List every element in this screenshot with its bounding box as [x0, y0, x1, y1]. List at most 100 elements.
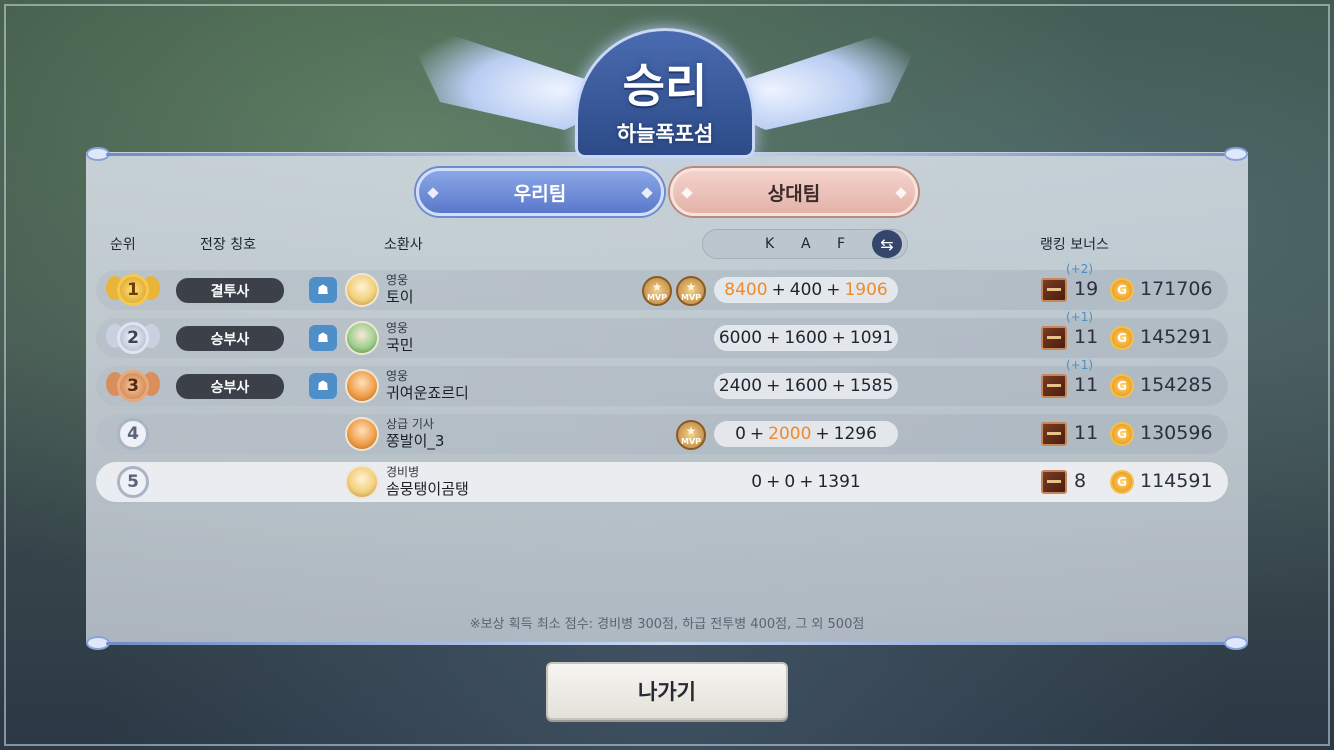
- rank-badge: 3: [106, 364, 160, 408]
- gold-amount: 145291: [1140, 326, 1213, 348]
- k-value: 0: [751, 472, 763, 492]
- k-value: 0: [735, 424, 746, 444]
- mvp-medal-icon[interactable]: MVP: [676, 276, 706, 306]
- f-value: 1906: [844, 280, 888, 300]
- kaf-score: 6000 +1600 +1091: [714, 325, 898, 351]
- kaf-score: 0 +2000 +1296: [714, 421, 898, 447]
- panel-bottom-rail: [86, 636, 1248, 650]
- reward-chest-icon: [1041, 326, 1067, 350]
- bonus-count: 11: [1074, 422, 1099, 444]
- summoner-name: 쫑발이_3: [386, 432, 445, 450]
- gold-coin-icon: G: [1110, 326, 1134, 350]
- f-value: 1585: [849, 376, 894, 396]
- tab-our-team[interactable]: 우리팀: [416, 168, 664, 216]
- party-icon[interactable]: ☗: [309, 373, 337, 399]
- rank-badge: 4: [106, 412, 160, 456]
- summoner-rank: 영웅: [386, 321, 409, 335]
- summoner-info: 영웅 국민: [386, 320, 414, 354]
- summoner-name: 귀여운죠르디: [386, 384, 469, 402]
- player-row[interactable]: 5 경비병 솜뭉탱이곰탱 0 +0 +1391 8 G 114591: [96, 462, 1228, 502]
- column-a: A: [801, 236, 811, 252]
- summoner-info: 영웅 귀여운죠르디: [386, 368, 469, 402]
- exit-button[interactable]: 나가기: [546, 662, 788, 720]
- a-value: 0: [784, 472, 796, 492]
- a-value: 2000: [768, 424, 812, 444]
- column-k: K: [765, 236, 775, 252]
- rank-number: 5: [117, 466, 149, 498]
- column-summoner: 소환사: [384, 237, 423, 253]
- f-value: 1296: [833, 424, 877, 444]
- mvp-medal-icon[interactable]: MVP: [676, 420, 706, 450]
- gold-coin-icon: G: [1110, 278, 1134, 302]
- rank-badge: 5: [106, 460, 160, 504]
- summoner-name: 토이: [386, 288, 414, 306]
- column-f: F: [837, 236, 846, 252]
- summoner-rank: 상급 기사: [386, 417, 434, 431]
- player-row[interactable]: 3 승부사 ☗ 영웅 귀여운죠르디 2400 +1600 +1585 (+1) 11 G 154285: [96, 358, 1228, 408]
- column-ranking-bonus: 랭킹 보너스: [1040, 237, 1109, 253]
- victory-emblem: 승리 하늘폭포섬: [370, 0, 960, 160]
- party-icon[interactable]: ☗: [309, 325, 337, 351]
- reward-chest-icon: [1041, 374, 1067, 398]
- player-row[interactable]: 1 결투사 ☗ 영웅토이 MVPMVP 8400+400+1906 (+2) 19 G 17170…: [96, 262, 1228, 312]
- rank-number: 2: [117, 322, 149, 354]
- summoner-info: 상급 기사 쫑발이_3: [386, 416, 444, 450]
- reward-chest-icon: [1041, 470, 1067, 494]
- summoner-rank: 영웅: [386, 273, 409, 287]
- bonus-count: 19: [1074, 278, 1099, 300]
- kaf-score: 0 +0 +1391: [751, 472, 861, 492]
- k-value: 2400: [718, 376, 763, 396]
- rank-badge: 2: [106, 316, 160, 360]
- avatar[interactable]: [345, 417, 379, 451]
- a-value: 1600: [784, 376, 828, 396]
- swap-view-icon[interactable]: ⇆: [872, 230, 902, 258]
- gold-amount: 114591: [1140, 470, 1213, 492]
- rank-number: 3: [117, 370, 149, 402]
- tab-enemy-team-label: 상대팀: [767, 182, 821, 205]
- a-value: 400: [789, 280, 823, 300]
- gold-coin-icon: G: [1110, 470, 1134, 494]
- summoner-rank: 영웅: [386, 369, 409, 383]
- bonus-count: 11: [1074, 326, 1099, 348]
- battle-title-badge: 결투사: [176, 278, 284, 303]
- tab-our-team-label: 우리팀: [513, 182, 567, 205]
- party-icon[interactable]: ☗: [309, 277, 337, 303]
- avatar[interactable]: [345, 369, 379, 403]
- gold-coin-icon: G: [1110, 374, 1134, 398]
- column-battle-title: 전장 칭호: [200, 237, 256, 253]
- bonus-increase: (+2): [1066, 262, 1094, 276]
- reward-chest-icon: [1041, 278, 1067, 302]
- summoner-name: 솜뭉탱이곰탱: [386, 480, 469, 498]
- player-row[interactable]: 4 상급 기사쫑발이_3 MVP 0+2000+1296 11 G 130596: [96, 414, 1228, 454]
- reward-notice: ※보상 획득 최소 점수: 경비병 300점, 하급 전투병 400점, 그 외…: [469, 617, 865, 632]
- gold-amount: 171706: [1140, 278, 1213, 300]
- bonus-count: 11: [1074, 374, 1099, 396]
- avatar[interactable]: [345, 465, 379, 499]
- bonus-increase: (+1): [1066, 310, 1094, 324]
- tab-enemy-team[interactable]: 상대팀: [670, 168, 918, 216]
- summoner-info: 경비병 솜뭉탱이곰탱: [386, 464, 469, 498]
- f-value: 1091: [849, 328, 894, 348]
- rank-badge: 1: [106, 268, 160, 312]
- summoner-info: 영웅 토이: [386, 272, 414, 306]
- k-value: 6000: [718, 328, 763, 348]
- gold-amount: 154285: [1140, 374, 1213, 396]
- rank-number: 4: [117, 418, 149, 450]
- summoner-name: 국민: [386, 336, 414, 354]
- gold-amount: 130596: [1140, 422, 1213, 444]
- map-name: 하늘폭포섬: [616, 122, 714, 146]
- battle-title-badge: 승부사: [176, 326, 284, 351]
- result-title: 승리: [622, 59, 708, 113]
- summoner-rank: 경비병: [386, 465, 420, 479]
- column-rank: 순위: [110, 237, 136, 253]
- mvp-medal-icon[interactable]: MVP: [642, 276, 672, 306]
- f-value: 1391: [817, 472, 861, 492]
- kaf-score: 2400 +1600 +1585: [714, 373, 898, 399]
- kaf-score: 8400 +400 +1906: [714, 277, 898, 303]
- k-value: 8400: [724, 280, 768, 300]
- avatar[interactable]: [345, 273, 379, 307]
- avatar[interactable]: [345, 321, 379, 355]
- battle-title-badge: 승부사: [176, 374, 284, 399]
- player-row[interactable]: 2 승부사 ☗ 영웅 국민 6000 +1600 +1091 (+1) 11 G 145291: [96, 310, 1228, 360]
- bonus-increase: (+1): [1066, 358, 1094, 372]
